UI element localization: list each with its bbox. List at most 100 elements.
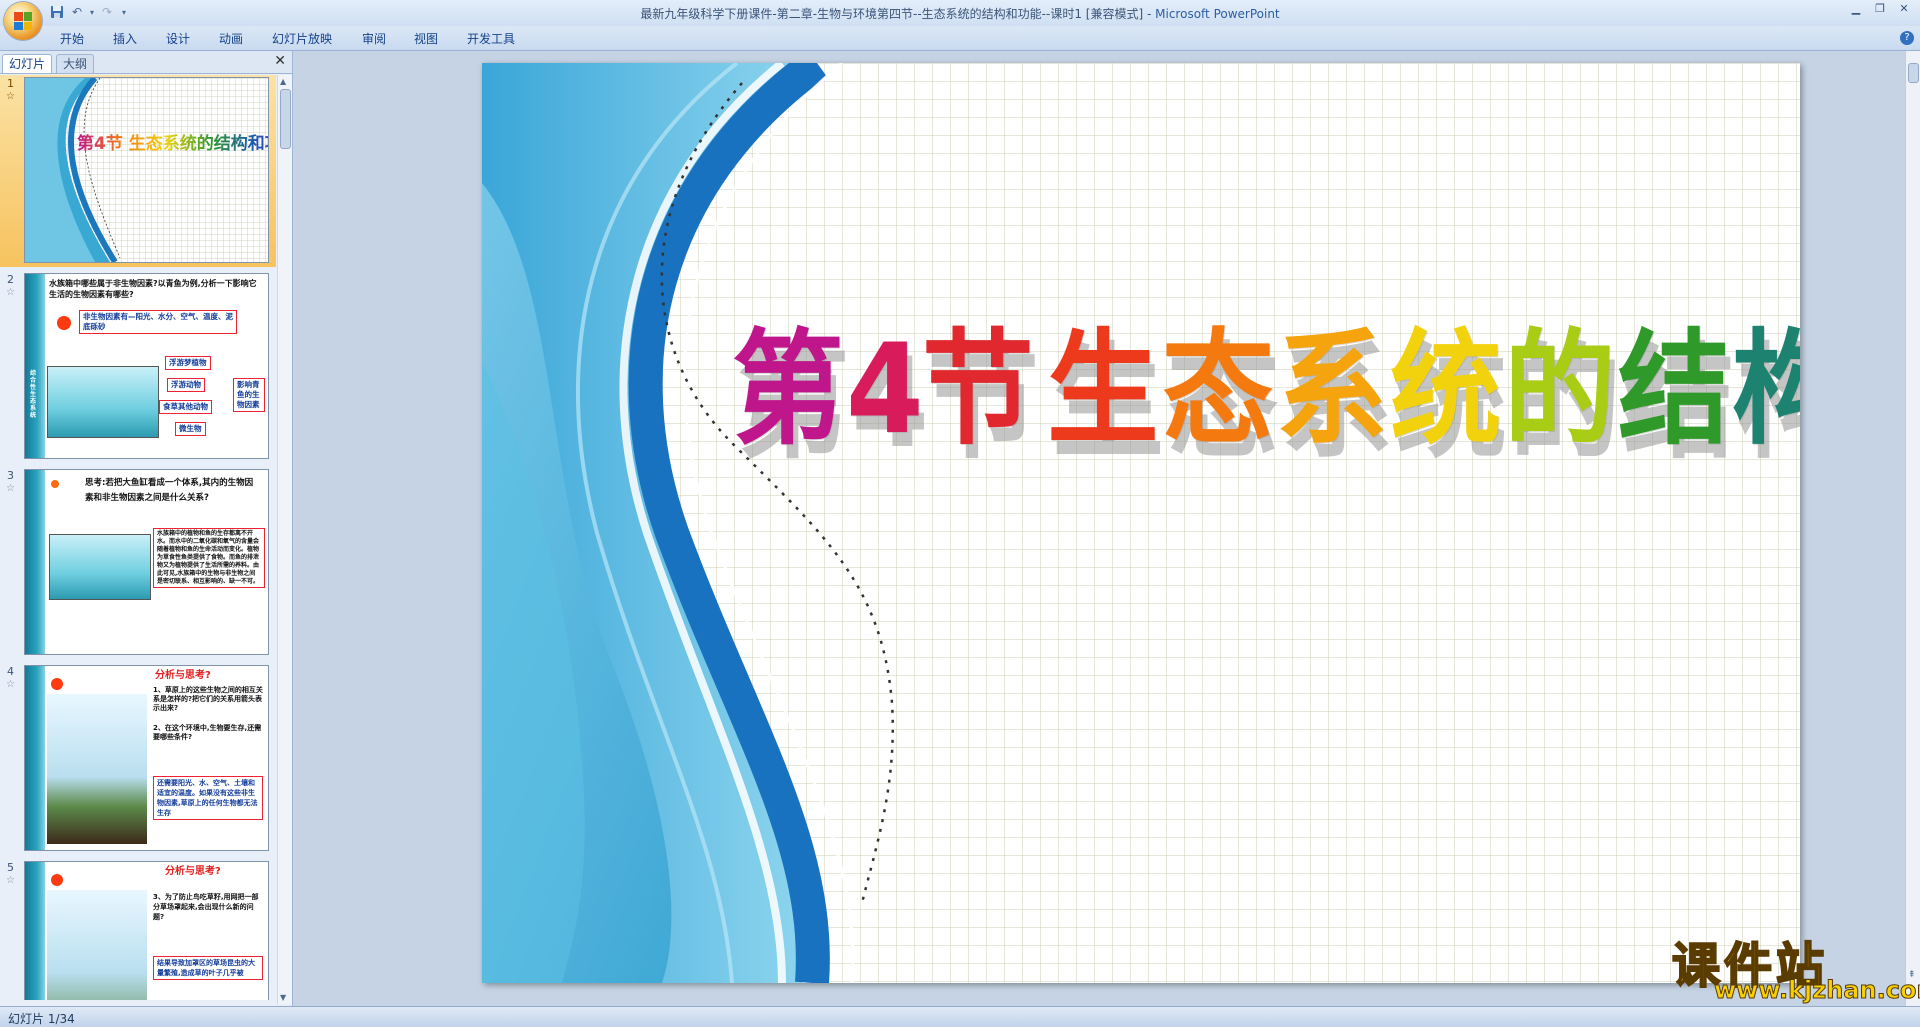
slide-thumbnail-list: 1 ☆ 第4节 生态系统的结构和功能 2 ☆ 水族箱中哪些属于非生物因素?以青鱼… bbox=[0, 75, 276, 1000]
tab-slideshow[interactable]: 幻灯片放映 bbox=[272, 30, 332, 47]
thumb-title: 第4节 生态系统的结构和功能 bbox=[77, 134, 268, 154]
animation-star-icon: ☆ bbox=[6, 287, 15, 298]
title-bar: ↶ ▾ ↷ ▾ 最新九年级科学下册课件-第二章-生物与环境第四节--生态系统的结… bbox=[0, 0, 1920, 26]
thumb-label: 浮游梦植物 bbox=[165, 356, 211, 370]
thumb-label: 食草其他动物 bbox=[159, 400, 212, 414]
minimize-icon[interactable]: ▁ bbox=[1848, 2, 1864, 16]
wave-decoration bbox=[25, 78, 121, 262]
thumbnail-scrollbar[interactable]: ▲ ▼ bbox=[277, 75, 292, 1004]
help-icon[interactable]: ? bbox=[1900, 31, 1914, 45]
tab-review[interactable]: 审阅 bbox=[362, 30, 386, 47]
thumb-heading: 分析与思考? bbox=[165, 866, 221, 877]
office-button[interactable] bbox=[4, 2, 42, 40]
slide-thumbnail-image: 思考:若把大鱼缸看成一个体系,其内的生物因素和非生物因素之间是什么关系? 水族箱… bbox=[24, 469, 269, 655]
restore-icon[interactable]: ❐ bbox=[1872, 2, 1888, 16]
main-slide[interactable]: 第4节 生态系统的结构和功能 bbox=[482, 63, 1800, 983]
app-name: Microsoft PowerPoint bbox=[1155, 7, 1280, 21]
tab-developer[interactable]: 开发工具 bbox=[467, 30, 515, 47]
close-icon[interactable]: ✕ bbox=[1896, 2, 1912, 16]
thumb-label: 微生物 bbox=[175, 422, 206, 436]
slide-number: 1 bbox=[7, 77, 14, 90]
slide-thumbnail-image: 分析与思考? 1、草原上的这些生物之间的相互关系是怎样的?把它们的关系用箭头表示… bbox=[24, 665, 269, 851]
tab-design[interactable]: 设计 bbox=[166, 30, 190, 47]
title-char: 统 bbox=[1389, 318, 1502, 462]
sun-icon bbox=[57, 316, 71, 330]
aquarium-image bbox=[49, 534, 151, 600]
office-logo-icon bbox=[14, 12, 32, 30]
slide-thumbnail-image: 第4节 生态系统的结构和功能 bbox=[24, 77, 269, 263]
thumb-band-text: 综合性生态系统 bbox=[30, 370, 37, 419]
scroll-down-icon[interactable]: ▼ bbox=[280, 993, 286, 1002]
sun-icon bbox=[51, 678, 63, 690]
sun-icon bbox=[51, 480, 59, 488]
scrollbar-thumb[interactable] bbox=[280, 89, 291, 149]
title-char: 节 bbox=[922, 318, 1034, 462]
slide-thumbnail-4[interactable]: 4 ☆ 分析与思考? 1、草原上的这些生物之间的相互关系是怎样的?把它们的关系用… bbox=[0, 663, 276, 855]
thumb-abiotic-box: 非生物因素有—阳光、水分、空气、温度、泥底砾砂 bbox=[79, 310, 237, 334]
window-controls: ▁ ❐ ✕ bbox=[1848, 2, 1912, 16]
slide-thumbnail-image: 水族箱中哪些属于非生物因素?以青鱼为例,分析一下影响它生活的生物因素有哪些? 非… bbox=[24, 273, 269, 459]
scroll-up-icon[interactable]: ▲ bbox=[280, 77, 286, 86]
title-char: 的 bbox=[1503, 318, 1616, 462]
thumb-side-band bbox=[25, 470, 45, 654]
slides-pane: 幻灯片 大纲 ✕ 1 ☆ 第4节 生态系统的结构和功能 2 ☆ bbox=[0, 51, 293, 1006]
title-char: 结 bbox=[1617, 318, 1730, 462]
title-char: 态 bbox=[1161, 318, 1274, 462]
aquarium-image bbox=[47, 366, 159, 438]
thumb-side-band bbox=[25, 666, 45, 850]
thumb-question-3: 3、为了防止鸟吃草籽,用网把一部分草场罩起来,会出现什么新的问题? bbox=[153, 893, 259, 921]
grassland-image bbox=[47, 694, 147, 844]
thumb-question: 水族箱中哪些属于非生物因素?以青鱼为例,分析一下影响它生活的生物因素有哪些? bbox=[49, 279, 257, 299]
sun-icon bbox=[51, 874, 63, 886]
thumb-question: 思考:若把大鱼缸看成一个体系,其内的生物因素和非生物因素之间是什么关系? bbox=[85, 478, 254, 503]
slide-thumbnail-2[interactable]: 2 ☆ 水族箱中哪些属于非生物因素?以青鱼为例,分析一下影响它生活的生物因素有哪… bbox=[0, 271, 276, 463]
tab-outline[interactable]: 大纲 bbox=[56, 54, 95, 73]
tab-slides[interactable]: 幻灯片 bbox=[2, 54, 53, 73]
scrollbar-thumb[interactable] bbox=[1908, 63, 1919, 83]
animation-star-icon: ☆ bbox=[6, 679, 15, 690]
title-char: 构 bbox=[1732, 328, 1800, 452]
slide-thumbnail-image: 分析与思考? 3、为了防止鸟吃草籽,用网把一部分草场罩起来,会出现什么新的问题?… bbox=[24, 861, 269, 1000]
watermark-url: www.kjzhan.com bbox=[1713, 976, 1920, 1005]
slide-thumbnail-3[interactable]: 3 ☆ 思考:若把大鱼缸看成一个体系,其内的生物因素和非生物因素之间是什么关系?… bbox=[0, 467, 276, 659]
slide-number: 5 bbox=[7, 861, 14, 874]
slide-indicator: 幻灯片 1/34 bbox=[8, 1012, 75, 1026]
animation-star-icon: ☆ bbox=[6, 875, 15, 886]
pane-tabs: 幻灯片 大纲 ✕ bbox=[0, 51, 292, 74]
close-pane-icon[interactable]: ✕ bbox=[274, 53, 286, 69]
thumb-side-band bbox=[25, 862, 45, 1000]
slide-number: 2 bbox=[7, 273, 14, 286]
window-title: 最新九年级科学下册课件-第二章-生物与环境第四节--生态系统的结构和功能--课时… bbox=[0, 5, 1920, 22]
animation-star-icon: ☆ bbox=[6, 483, 15, 494]
slide-title: 第4节 生态系统的结构和功能 bbox=[732, 328, 1800, 452]
thumb-question-1: 1、草原上的这些生物之间的相互关系是怎样的?把它们的关系用箭头表示出来? bbox=[153, 686, 263, 712]
thumb-side-band bbox=[25, 274, 45, 458]
birds-image bbox=[47, 890, 147, 1000]
vertical-scrollbar[interactable]: ⇞ ⇟ bbox=[1905, 51, 1920, 1006]
thumb-answer-box: 结果导致加罩区的草场昆虫的大量繁殖,造成草的叶子几乎被 bbox=[153, 956, 263, 980]
status-bar: 幻灯片 1/34 bbox=[0, 1006, 1920, 1026]
thumb-question-2: 2、在这个环境中,生物要生存,还需要哪些条件? bbox=[153, 724, 262, 741]
thumb-label: 浮游动物 bbox=[167, 378, 205, 392]
slide-number: 4 bbox=[7, 665, 14, 678]
ribbon-tabs: 开始 插入 设计 动画 幻灯片放映 审阅 视图 开发工具 ? bbox=[0, 26, 1920, 51]
thumb-answer-box: 水族箱中的植物和鱼的生存都离不开水。而水中的二氧化碳和氧气的含量会随着植物和鱼的… bbox=[153, 528, 265, 588]
slide-thumbnail-1[interactable]: 1 ☆ 第4节 生态系统的结构和功能 bbox=[0, 75, 276, 267]
blue-wave-decoration bbox=[482, 63, 894, 983]
slide-thumbnail-5[interactable]: 5 ☆ 分析与思考? 3、为了防止鸟吃草籽,用网把一部分草场罩起来,会出现什么新… bbox=[0, 859, 276, 1000]
animation-star-icon: ☆ bbox=[6, 91, 15, 102]
slide-number: 3 bbox=[7, 469, 14, 482]
title-char: 4 bbox=[846, 318, 924, 462]
tab-insert[interactable]: 插入 bbox=[113, 30, 137, 47]
tab-home[interactable]: 开始 bbox=[60, 30, 84, 47]
title-char: 生 bbox=[1047, 318, 1159, 462]
tab-animations[interactable]: 动画 bbox=[219, 30, 243, 47]
document-title: 最新九年级科学下册课件-第二章-生物与环境第四节--生态系统的结构和功能--课时… bbox=[640, 7, 1152, 21]
title-char: 系 bbox=[1275, 318, 1388, 462]
thumb-side-box: 影响青鱼的生物因素 bbox=[233, 378, 265, 412]
title-char: 第 bbox=[732, 318, 844, 462]
kjzhan-watermark-logo: 课件站 www.kjzhan.com bbox=[1664, 926, 1920, 1006]
thumb-heading: 分析与思考? bbox=[155, 670, 211, 681]
thumb-answer-box: 还需要阳光、水、空气、土壤和适宜的温度。如果没有这些非生物因素,草原上的任何生物… bbox=[153, 776, 263, 820]
tab-view[interactable]: 视图 bbox=[414, 30, 438, 47]
